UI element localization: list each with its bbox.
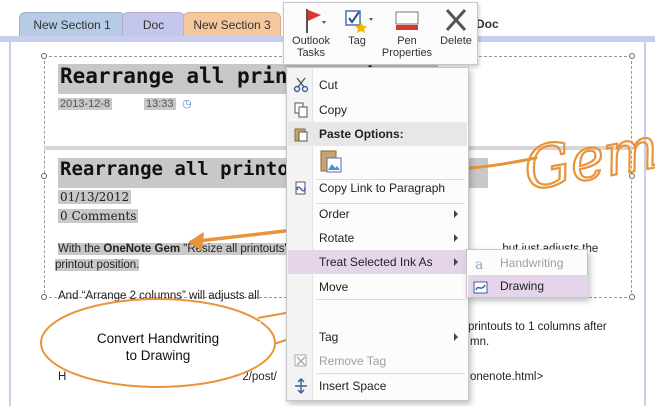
body-text: "Resize all printouts"	[180, 243, 289, 255]
page-left-border	[9, 36, 11, 406]
link-text[interactable]: H 2/post/	[58, 371, 277, 383]
resize-handle[interactable]	[41, 53, 47, 59]
context-menu: Cut Copy Paste Options: Copy Link to Par…	[286, 67, 469, 401]
button-label: Properties	[381, 47, 433, 59]
body-text: H	[58, 371, 67, 383]
menu-item-tag[interactable]: Tag	[288, 325, 467, 349]
article-date: 01/13/2012	[58, 190, 132, 204]
page-time: 13:33	[144, 98, 176, 110]
tab-label: Doc	[476, 17, 499, 31]
body-paragraph[interactable]: And “Arrange 2 columns” will adjusts all	[58, 290, 259, 302]
resize-handle[interactable]	[41, 294, 47, 300]
callout-line: to Drawing	[125, 348, 191, 363]
delete-button[interactable]: Delete	[436, 6, 476, 62]
menu-item-rotate[interactable]: Rotate	[288, 226, 467, 250]
menu-label: Rotate	[319, 231, 355, 245]
link-icon	[295, 181, 306, 195]
menu-item-remove-tag[interactable]: Remove Tag	[288, 349, 467, 373]
submenu-arrow-icon	[454, 333, 458, 341]
body-paragraph[interactable]: printouts to 1 columns after	[468, 321, 607, 333]
remove-tag-icon	[294, 354, 307, 367]
tag-button[interactable]: Tag	[338, 6, 376, 62]
insert-space-icon	[295, 378, 307, 394]
paste-picture-icon	[320, 150, 342, 173]
menu-item-copy[interactable]: Copy	[288, 98, 467, 122]
button-label: Outlook	[292, 35, 330, 47]
submenu-arrow-icon	[454, 210, 458, 218]
submenu-item-handwriting[interactable]: a Handwriting	[468, 252, 588, 274]
callout-text: Convert Handwriting to Drawing	[78, 330, 238, 364]
button-label: Delete	[440, 35, 472, 47]
menu-label: Paste Options:	[319, 127, 404, 141]
paste-picture-button[interactable]	[317, 148, 345, 176]
menu-header-paste-options: Paste Options:	[288, 122, 467, 146]
menu-label: Treat Selected Ink As	[319, 255, 433, 269]
tab-label: New Section 1	[33, 18, 111, 32]
page-date: 2013-12-8	[58, 98, 113, 110]
menu-label: Insert Space	[319, 379, 387, 393]
drawing-icon	[473, 281, 488, 294]
submenu-arrow-icon	[454, 258, 458, 266]
menu-label: Order	[319, 207, 350, 221]
body-paragraph[interactable]: With the OneNote Gem "Resize all printou…	[58, 243, 289, 255]
button-label: Tasks	[296, 47, 326, 59]
mini-toolbar: Outlook Tasks Tag Pen Properties Delete	[283, 2, 478, 65]
menu-label: Copy	[319, 103, 348, 117]
page-right-border	[644, 36, 646, 406]
body-paragraph[interactable]: mn.	[470, 336, 489, 348]
outlook-tasks-button[interactable]: Outlook Tasks	[288, 6, 334, 62]
menu-separator	[317, 299, 465, 300]
scissors-icon	[293, 77, 309, 93]
submenu-arrow-icon	[454, 234, 458, 242]
tab-doc[interactable]: Doc	[122, 12, 185, 36]
onenote-gem-text: OneNote Gem	[103, 243, 181, 255]
pen-color-icon	[395, 11, 419, 30]
body-paragraph[interactable]: printout position.	[55, 259, 140, 271]
menu-label: Drawing	[500, 279, 545, 293]
menu-label: Cut	[319, 78, 338, 92]
clock-icon: ◷	[182, 98, 192, 110]
menu-item-order[interactable]: Order	[288, 202, 467, 226]
submenu-item-drawing[interactable]: Drawing	[468, 275, 588, 297]
flag-icon	[306, 9, 326, 33]
menu-item-insert-space[interactable]: Insert Space	[288, 374, 467, 398]
menu-label: Tag	[319, 330, 339, 344]
resize-handle[interactable]	[629, 294, 635, 300]
tab-label: New Section 3	[193, 18, 271, 32]
delete-x-icon	[445, 8, 467, 32]
tab-label: Doc	[142, 18, 165, 32]
tab-new-section-3[interactable]: New Section 3	[183, 12, 281, 36]
menu-label: Move	[319, 280, 349, 294]
tab-doc-2[interactable]: Doc	[476, 17, 499, 31]
pen-properties-button[interactable]: Pen Properties	[379, 6, 435, 62]
resize-handle[interactable]	[41, 173, 47, 179]
button-label: Tag	[348, 35, 366, 47]
callout-line: Convert Handwriting	[96, 331, 220, 346]
resize-handle[interactable]	[629, 53, 635, 59]
tag-checkbox-icon	[345, 10, 373, 33]
menu-item-cut[interactable]: Cut	[288, 73, 467, 97]
paste-icon	[294, 128, 308, 142]
copy-icon	[294, 102, 308, 118]
menu-item-treat-ink[interactable]: Treat Selected Ink As	[288, 250, 467, 274]
body-text: 2/post/	[242, 371, 277, 383]
svg-text:a: a	[475, 257, 483, 272]
menu-label: Remove Tag	[319, 354, 387, 368]
link-text[interactable]: onenote.html>	[470, 371, 543, 383]
body-text: With the	[58, 243, 104, 255]
menu-label: Handwriting	[500, 256, 564, 270]
handwriting-icon: a	[475, 257, 483, 272]
menu-label: Copy Link to Paragraph	[319, 181, 446, 195]
treat-ink-submenu: a Handwriting Drawing	[466, 249, 588, 298]
menu-item-move[interactable]: Move	[288, 275, 467, 299]
resize-handle[interactable]	[629, 173, 635, 179]
button-label: Pen	[397, 35, 417, 47]
tab-new-section-1[interactable]: New Section 1	[19, 12, 125, 36]
menu-item-copy-link[interactable]: Copy Link to Paragraph	[288, 176, 467, 200]
article-comments: 0 Comments	[58, 209, 139, 223]
